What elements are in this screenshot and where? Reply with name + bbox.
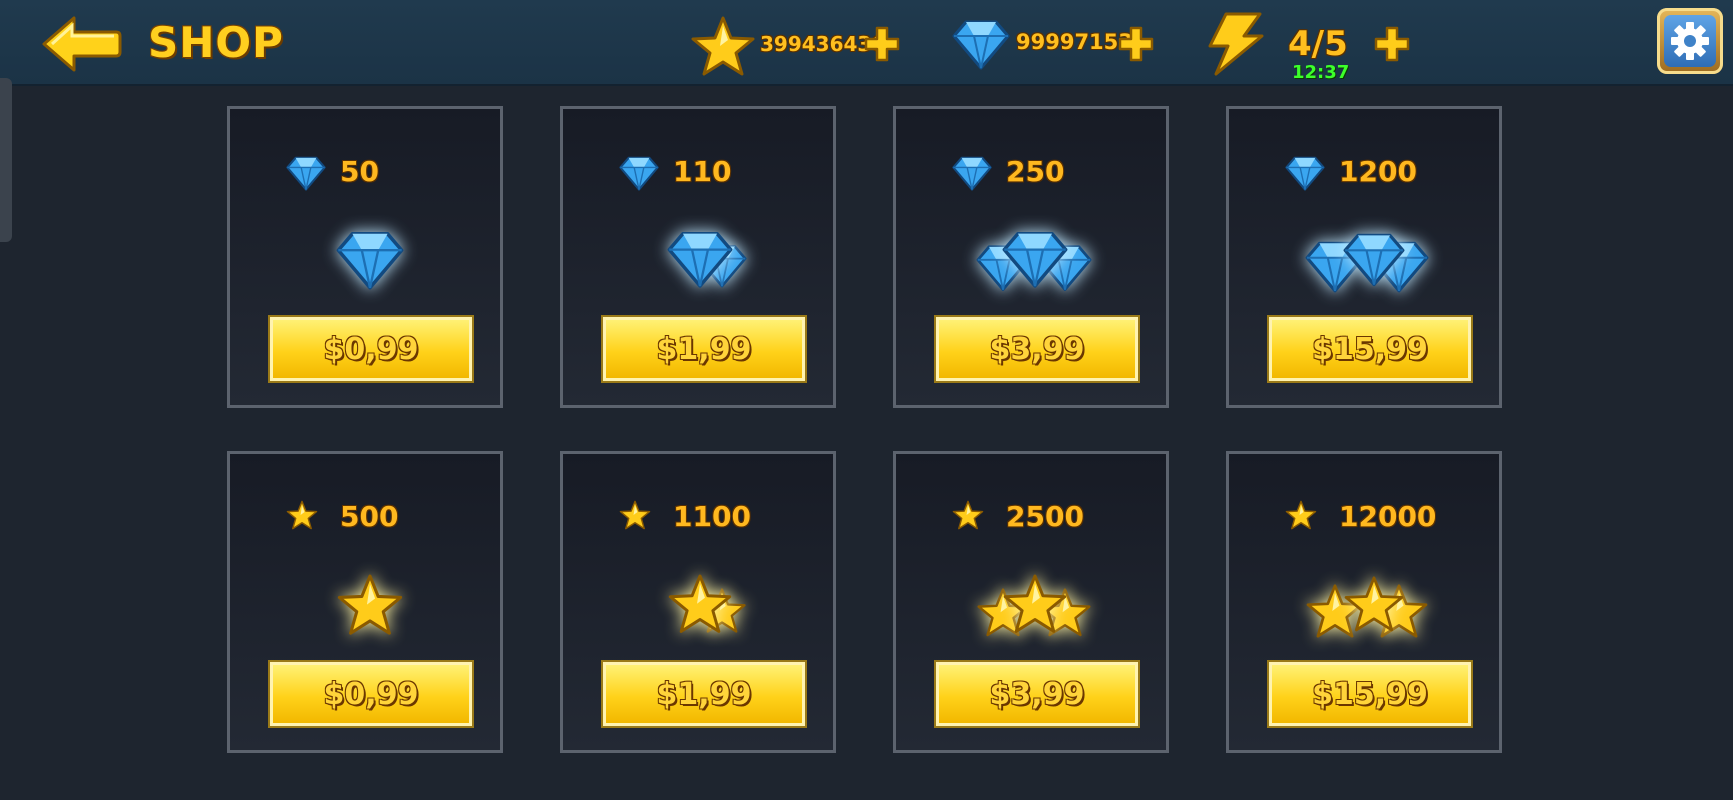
price-button[interactable]: $0,99 — [270, 317, 472, 381]
price-label: $15,99 — [1312, 331, 1428, 367]
offer-amount: 1100 — [673, 500, 751, 533]
gem-icon — [619, 155, 659, 195]
gem-heap-icon — [1299, 221, 1435, 305]
offer-card[interactable]: 12000 $15,99 — [1226, 451, 1502, 753]
star-pair-icon — [633, 566, 769, 650]
gem-pile-icon — [966, 221, 1102, 305]
gem-icon — [1285, 155, 1325, 195]
price-label: $0,99 — [323, 676, 419, 712]
top-bar: SHOP 39943643O 99997153 4/5 12:37 — [0, 0, 1733, 86]
offer-card[interactable]: 1200 $15,99 — [1226, 106, 1502, 408]
price-label: $1,99 — [656, 331, 752, 367]
side-drawer-handle[interactable] — [0, 78, 12, 242]
energy-timer: 12:37 — [1292, 62, 1350, 83]
offer-card[interactable]: 500 $0,99 — [227, 451, 503, 753]
back-button[interactable] — [40, 14, 122, 74]
offer-amount: 250 — [1006, 155, 1065, 188]
star-icon — [619, 500, 651, 534]
single-gem-icon — [300, 221, 436, 305]
gems-value: 99997153 — [1016, 30, 1133, 54]
single-star-icon — [300, 566, 436, 650]
price-button[interactable]: $0,99 — [270, 662, 472, 726]
star-icon — [1285, 500, 1317, 534]
price-button[interactable]: $15,99 — [1269, 317, 1471, 381]
offer-amount: 500 — [340, 500, 399, 533]
energy-value: 4/5 — [1288, 24, 1348, 64]
offer-amount: 1200 — [1339, 155, 1417, 188]
price-label: $3,99 — [989, 331, 1085, 367]
offer-card[interactable]: 50 $0,99 — [227, 106, 503, 408]
price-button[interactable]: $1,99 — [603, 662, 805, 726]
star-icon — [691, 16, 755, 76]
gems-counter: 99997153 — [952, 10, 1172, 74]
star-pile-icon — [966, 566, 1102, 650]
offer-amount: 50 — [340, 155, 379, 188]
price-label: $1,99 — [656, 676, 752, 712]
offer-amount: 2500 — [1006, 500, 1084, 533]
price-button[interactable]: $1,99 — [603, 317, 805, 381]
add-gems-button[interactable] — [1118, 26, 1154, 62]
gem-icon — [286, 155, 326, 195]
offer-card[interactable]: 2500 $3,99 — [893, 451, 1169, 753]
gem-icon — [952, 155, 992, 195]
plus-icon — [1118, 26, 1154, 62]
price-label: $0,99 — [323, 331, 419, 367]
add-energy-button[interactable] — [1374, 26, 1410, 62]
plus-icon — [1374, 26, 1410, 62]
star-heap-icon — [1299, 566, 1435, 650]
price-label: $3,99 — [989, 676, 1085, 712]
offer-card[interactable]: 1100 $1,99 — [560, 451, 836, 753]
star-icon — [952, 500, 984, 534]
gear-icon — [1671, 22, 1709, 60]
price-button[interactable]: $3,99 — [936, 662, 1138, 726]
offer-card[interactable]: 110 $1,99 — [560, 106, 836, 408]
price-button[interactable]: $15,99 — [1269, 662, 1471, 726]
plus-icon — [864, 26, 900, 62]
offer-amount: 12000 — [1339, 500, 1437, 533]
star-icon — [286, 500, 318, 534]
settings-button[interactable] — [1657, 8, 1723, 74]
add-stars-button[interactable] — [864, 26, 900, 62]
gem-icon — [952, 20, 1010, 70]
back-arrow-icon — [42, 16, 122, 72]
stars-counter: 39943643O — [690, 10, 910, 76]
price-label: $15,99 — [1312, 676, 1428, 712]
page-title: SHOP — [148, 18, 284, 67]
lightning-icon — [1208, 12, 1264, 76]
price-button[interactable]: $3,99 — [936, 317, 1138, 381]
offer-card[interactable]: 250 $3,99 — [893, 106, 1169, 408]
gem-pair-icon — [633, 221, 769, 305]
offer-amount: 110 — [673, 155, 732, 188]
energy-counter: 4/5 12:37 — [1204, 10, 1424, 83]
